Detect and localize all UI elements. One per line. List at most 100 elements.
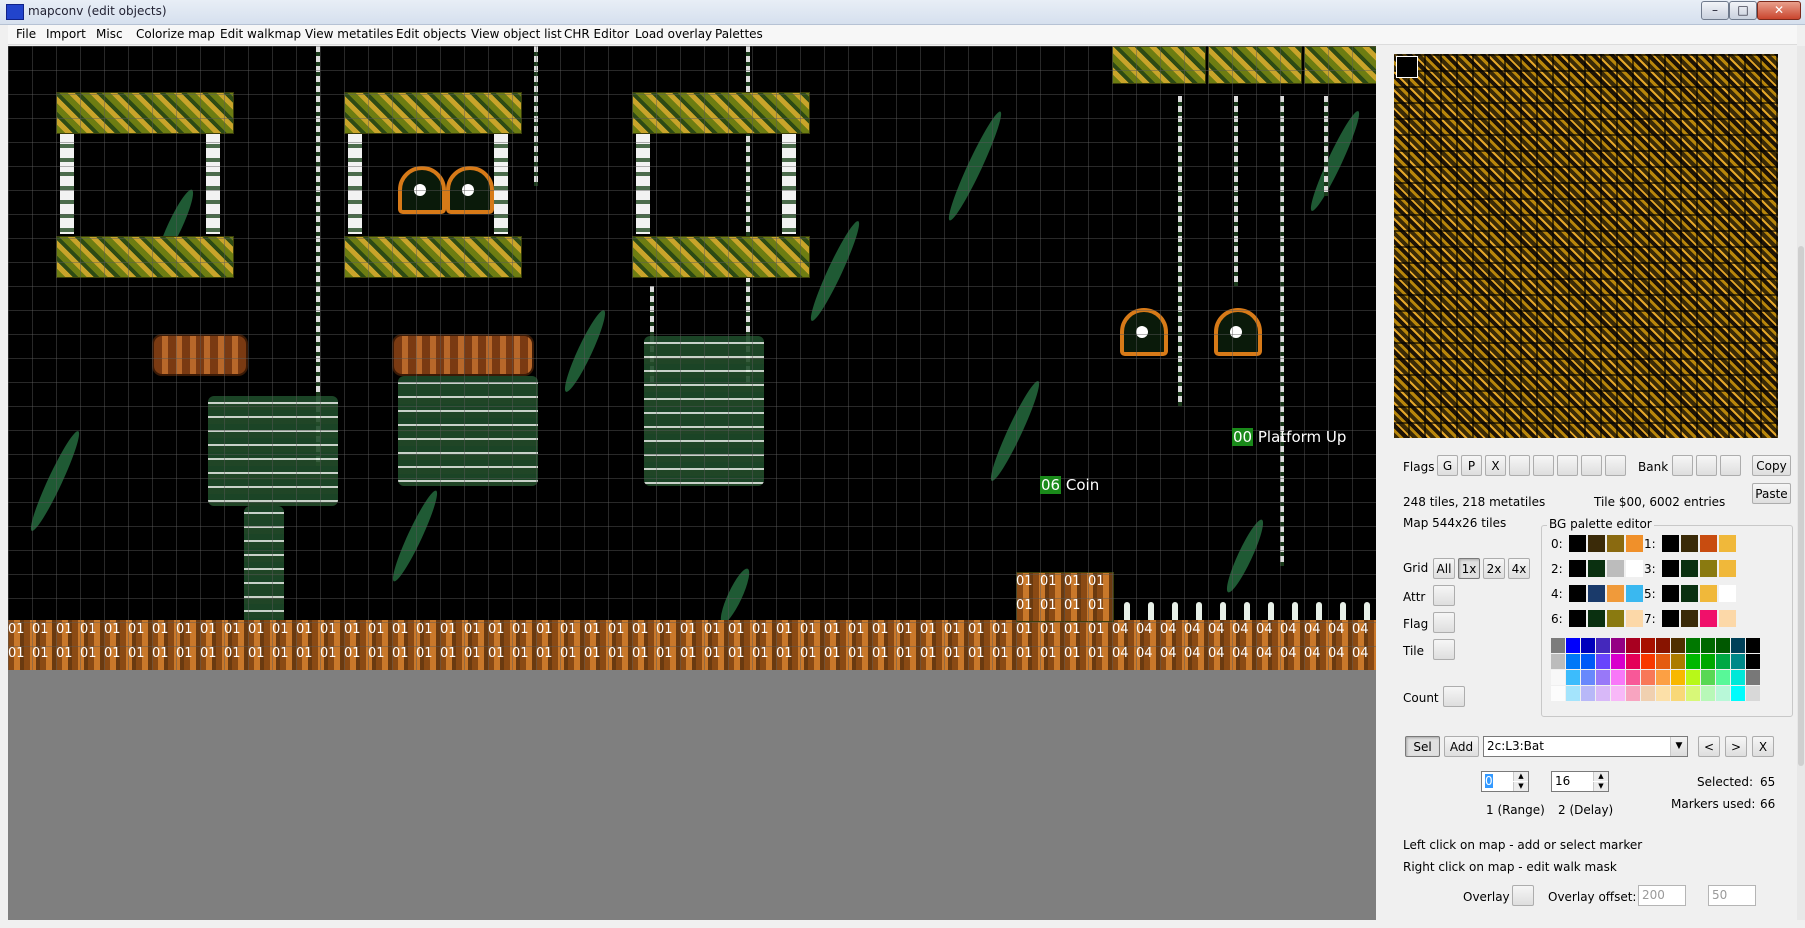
nes-color-cell[interactable] <box>1581 638 1595 653</box>
nes-color-cell[interactable] <box>1581 654 1595 669</box>
palette-swatch[interactable] <box>1607 610 1624 627</box>
nes-color-cell[interactable] <box>1611 638 1625 653</box>
range-stepper[interactable]: 0 ▲ ▼ <box>1481 771 1529 792</box>
flag-button[interactable] <box>1605 455 1626 476</box>
nes-color-cell[interactable] <box>1626 638 1640 653</box>
nes-color-cell[interactable] <box>1716 654 1730 669</box>
nes-color-cell[interactable] <box>1746 654 1760 669</box>
menu-misc[interactable]: Misc <box>96 27 123 41</box>
object-marker[interactable]: 00 Platform Up <box>1232 428 1346 446</box>
palette-swatch[interactable] <box>1719 585 1736 602</box>
nes-color-cell[interactable] <box>1626 686 1640 701</box>
nes-color-cell[interactable] <box>1596 670 1610 685</box>
nes-color-cell[interactable] <box>1596 686 1610 701</box>
menu-edit-objects[interactable]: Edit objects <box>396 27 466 41</box>
palette-swatch[interactable] <box>1626 585 1643 602</box>
menu-view-metatiles[interactable]: View metatiles <box>305 27 393 41</box>
add-button[interactable]: Add <box>1444 736 1479 757</box>
flag-g-button[interactable]: G <box>1437 455 1458 476</box>
palette-swatch[interactable] <box>1626 560 1643 577</box>
nes-color-cell[interactable] <box>1611 654 1625 669</box>
nes-color-cell[interactable] <box>1671 686 1685 701</box>
palette-swatch[interactable] <box>1662 560 1679 577</box>
nes-color-cell[interactable] <box>1641 670 1655 685</box>
nes-color-cell[interactable] <box>1701 686 1715 701</box>
palette-swatch[interactable] <box>1662 535 1679 552</box>
nes-color-cell[interactable] <box>1746 670 1760 685</box>
nes-color-cell[interactable] <box>1641 686 1655 701</box>
nes-color-cell[interactable] <box>1566 654 1580 669</box>
copy-button[interactable]: Copy <box>1752 455 1791 476</box>
bank-button[interactable] <box>1696 455 1717 476</box>
nes-color-cell[interactable] <box>1731 638 1745 653</box>
palette-swatch[interactable] <box>1681 535 1698 552</box>
nes-color-cell[interactable] <box>1626 654 1640 669</box>
bank-button[interactable] <box>1672 455 1693 476</box>
nes-color-cell[interactable] <box>1551 654 1565 669</box>
delay-stepper[interactable]: 16 ▲ ▼ <box>1551 771 1609 792</box>
spin-up-icon[interactable]: ▲ <box>1513 772 1528 781</box>
nes-color-cell[interactable] <box>1611 670 1625 685</box>
close-button[interactable]: ✕ <box>1757 1 1801 20</box>
nes-color-cell[interactable] <box>1701 638 1715 653</box>
nes-color-cell[interactable] <box>1581 670 1595 685</box>
nes-color-cell[interactable] <box>1581 686 1595 701</box>
nes-color-cell[interactable] <box>1686 638 1700 653</box>
overlay-toggle[interactable] <box>1512 885 1534 906</box>
nes-color-cell[interactable] <box>1551 686 1565 701</box>
flag-button[interactable] <box>1509 455 1530 476</box>
menu-edit-walkmap[interactable]: Edit walkmap <box>220 27 301 41</box>
tile-toggle[interactable] <box>1433 639 1455 660</box>
menu-import[interactable]: Import <box>46 27 86 41</box>
nes-color-cell[interactable] <box>1551 638 1565 653</box>
nes-color-cell[interactable] <box>1626 670 1640 685</box>
palette-swatch[interactable] <box>1719 535 1736 552</box>
tileset-view[interactable] <box>1394 54 1778 438</box>
menu-load-overlay[interactable]: Load overlay <box>635 27 712 41</box>
nes-color-cell[interactable] <box>1566 670 1580 685</box>
flag-toggle[interactable] <box>1433 612 1455 633</box>
nes-color-cell[interactable] <box>1716 686 1730 701</box>
nes-color-cell[interactable] <box>1566 686 1580 701</box>
palette-swatch[interactable] <box>1588 560 1605 577</box>
palette-swatch[interactable] <box>1700 560 1717 577</box>
palette-swatch[interactable] <box>1588 535 1605 552</box>
map-canvas[interactable]: 01 01 01 01 01 01 01 01 01 01 01 01 01 01 01 01 01 01 01… <box>8 46 1376 670</box>
nes-color-cell[interactable] <box>1731 686 1745 701</box>
palette-swatch[interactable] <box>1719 560 1736 577</box>
palette-swatch[interactable] <box>1569 535 1586 552</box>
palette-swatch[interactable] <box>1607 560 1624 577</box>
overlay-y-input[interactable]: 50 <box>1708 885 1756 906</box>
palette-swatch[interactable] <box>1719 610 1736 627</box>
grid-4x-button[interactable]: 4x <box>1508 558 1530 579</box>
attr-toggle[interactable] <box>1433 585 1455 606</box>
nes-color-cell[interactable] <box>1566 638 1580 653</box>
nes-color-cell[interactable] <box>1596 638 1610 653</box>
flag-button[interactable] <box>1557 455 1578 476</box>
nes-color-cell[interactable] <box>1731 654 1745 669</box>
flag-p-button[interactable]: P <box>1461 455 1482 476</box>
menu-chr-editor[interactable]: CHR Editor <box>564 27 629 41</box>
maximize-button[interactable]: □ <box>1729 1 1757 20</box>
prev-object-button[interactable]: < <box>1698 736 1720 757</box>
menu-view-object-list[interactable]: View object list <box>471 27 562 41</box>
nes-color-cell[interactable] <box>1686 654 1700 669</box>
flag-button[interactable] <box>1581 455 1602 476</box>
nes-color-cell[interactable] <box>1611 686 1625 701</box>
vertical-scrollbar[interactable] <box>1797 46 1805 920</box>
nes-color-cell[interactable] <box>1701 670 1715 685</box>
menu-file[interactable]: File <box>16 27 36 41</box>
nes-color-cell[interactable] <box>1656 638 1670 653</box>
palette-swatch[interactable] <box>1662 610 1679 627</box>
nes-color-cell[interactable] <box>1671 654 1685 669</box>
palette-swatch[interactable] <box>1700 610 1717 627</box>
object-type-select[interactable]: 2c:L3:Bat ▼ <box>1483 736 1688 757</box>
grid-2x-button[interactable]: 2x <box>1483 558 1505 579</box>
overlay-x-input[interactable]: 200 <box>1638 885 1686 906</box>
palette-swatch[interactable] <box>1662 585 1679 602</box>
palette-swatch[interactable] <box>1607 585 1624 602</box>
palette-swatch[interactable] <box>1569 610 1586 627</box>
palette-swatch[interactable] <box>1626 535 1643 552</box>
nes-color-cell[interactable] <box>1641 654 1655 669</box>
paste-button[interactable]: Paste <box>1752 483 1791 504</box>
